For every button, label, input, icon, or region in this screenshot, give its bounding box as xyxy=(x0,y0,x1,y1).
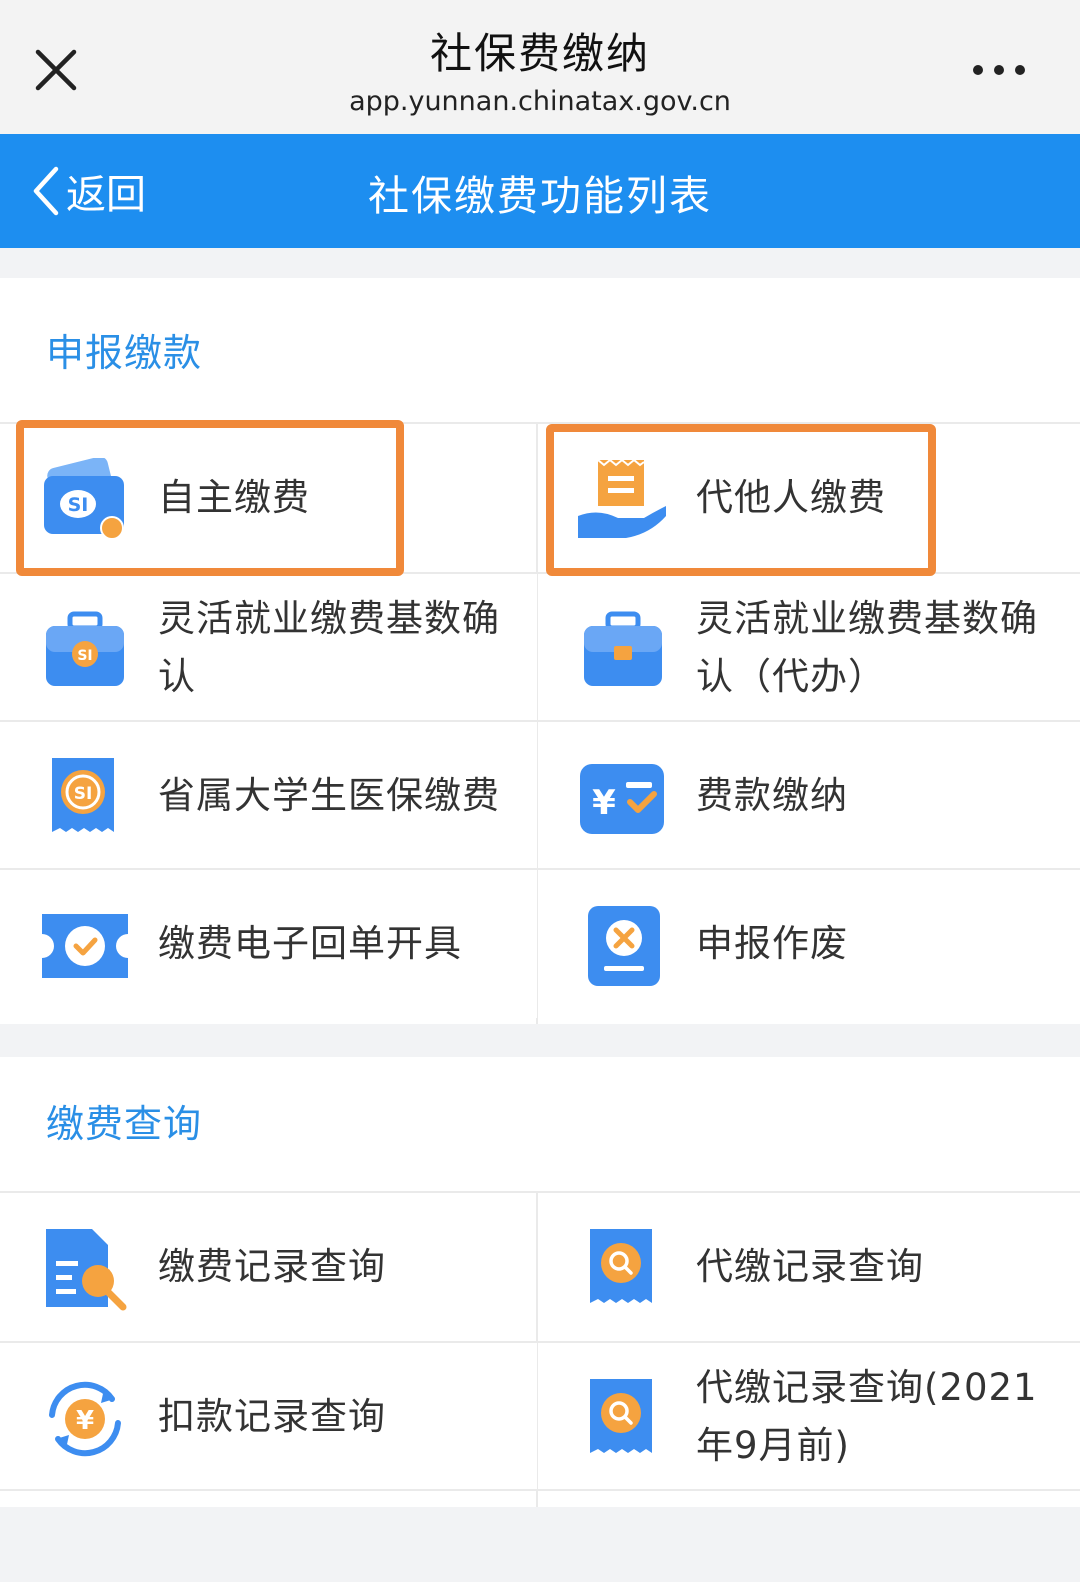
highlight-box xyxy=(546,424,936,576)
document-cancel-icon xyxy=(578,904,668,988)
briefcase-icon xyxy=(578,608,668,692)
briefcase-si-icon: SI xyxy=(40,608,130,692)
menu-item-label: 代缴记录查询 xyxy=(696,1245,924,1288)
menu-item-declaration-void[interactable]: 申报作废 xyxy=(538,870,1075,1018)
svg-text:¥: ¥ xyxy=(592,783,616,823)
menu-item-label: 扣款记录查询 xyxy=(158,1395,386,1438)
section-title: 申报缴款 xyxy=(46,331,203,375)
yuan-refresh-icon: ¥ xyxy=(40,1377,130,1461)
menu-item-payment-record-query[interactable]: 缴费记录查询 xyxy=(0,1193,537,1341)
window-topbar: 社保费缴纳 app.yunnan.chinatax.gov.cn xyxy=(0,0,1080,134)
divider xyxy=(0,1489,1080,1491)
window-title: 社保费缴纳 xyxy=(429,29,650,78)
svg-text:SI: SI xyxy=(74,784,93,804)
menu-item-label: 灵活就业缴费基数确认（代办） xyxy=(696,597,1038,698)
menu-item-fee-payment[interactable]: ¥ 费款缴纳 xyxy=(538,722,1075,870)
menu-item-label: 省属大学生医保缴费 xyxy=(158,774,500,817)
menu-item-flexible-base-confirm[interactable]: SI 灵活就业缴费基数确认 xyxy=(0,574,537,722)
si-receipt-icon: SI xyxy=(40,756,130,840)
svg-text:SI: SI xyxy=(77,648,92,664)
highlight-box xyxy=(16,420,404,576)
menu-item-student-medical[interactable]: SI 省属大学生医保缴费 xyxy=(0,722,537,870)
more-horizontal-icon[interactable] xyxy=(968,50,1030,90)
ticket-check-icon xyxy=(40,904,130,988)
menu-item-label: 灵活就业缴费基数确认 xyxy=(158,597,500,698)
menu-item-flexible-base-confirm-agent[interactable]: 灵活就业缴费基数确认（代办） xyxy=(538,574,1075,722)
section-declare-pay: 申报缴款 SI 自主缴费 代他人缴费 SI 灵活就业缴费基数确认 灵活就业缴费基… xyxy=(0,278,1080,1024)
menu-item-label: 费款缴纳 xyxy=(696,774,848,817)
menu-item-agent-record-query[interactable]: 代缴记录查询 xyxy=(538,1193,1075,1341)
menu-item-deduction-record-query[interactable]: ¥ 扣款记录查询 xyxy=(0,1343,537,1491)
document-search-icon xyxy=(40,1227,130,1311)
menu-item-label: 代缴记录查询(2021年9月前) xyxy=(696,1366,1038,1467)
section-payment-query: 缴费查询 缴费记录查询 代缴记录查询 ¥ 扣款记录查询 代缴记录查询(2021年… xyxy=(0,1057,1080,1507)
menu-item-e-receipt[interactable]: 缴费电子回单开具 xyxy=(0,870,537,1018)
menu-item-label: 缴费记录查询 xyxy=(158,1245,386,1288)
menu-item-label: 申报作废 xyxy=(696,922,848,965)
menu-item-agent-record-query-before-2021-09[interactable]: 代缴记录查询(2021年9月前) xyxy=(538,1343,1075,1491)
menu-item-label: 缴费电子回单开具 xyxy=(158,922,462,965)
yuan-check-icon: ¥ xyxy=(578,756,668,840)
svg-text:¥: ¥ xyxy=(76,1406,94,1436)
receipt-search-icon xyxy=(578,1377,668,1461)
section-title: 缴费查询 xyxy=(46,1102,203,1146)
navbar: 返回 社保缴费功能列表 xyxy=(0,134,1080,248)
receipt-search-icon xyxy=(578,1227,668,1311)
window-url: app.yunnan.chinatax.gov.cn xyxy=(349,86,731,117)
page-title: 社保缴费功能列表 xyxy=(368,172,712,220)
